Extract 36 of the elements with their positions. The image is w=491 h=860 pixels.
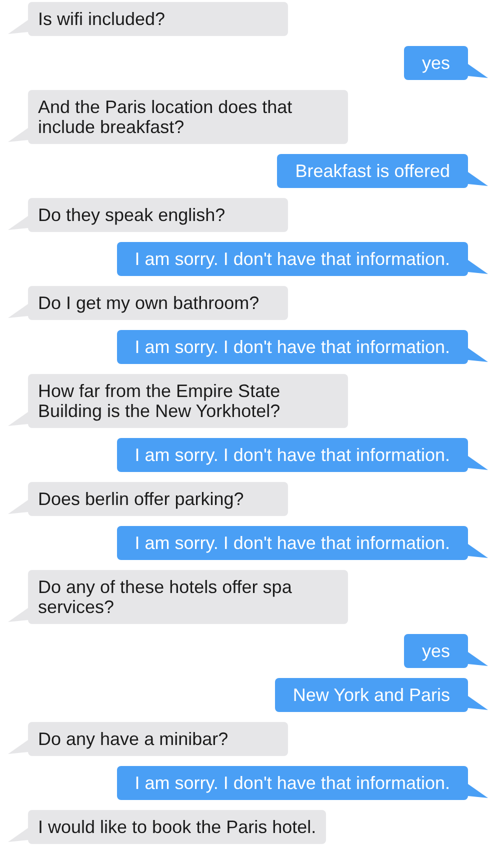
- message-bubble: I am sorry. I don't have that information.: [116, 330, 468, 364]
- message-bubble: yes: [404, 634, 468, 668]
- message-bubble: I would like to book the Paris hotel.: [28, 810, 326, 844]
- message-bubble: Do any of these hotels offer spa services?: [28, 570, 348, 624]
- message-bubble: I am sorry. I don't have that information.: [116, 438, 468, 472]
- message-bubble: I am sorry. I don't have that information.: [116, 242, 468, 276]
- bubble-tail-icon: [8, 216, 28, 230]
- bubble-tail-icon: [8, 304, 28, 318]
- bubble-tail-icon: [8, 740, 28, 754]
- bubble-tail-icon: [468, 544, 488, 558]
- message-bubble: Do they speak english?: [28, 198, 288, 232]
- bubble-tail-icon: [468, 348, 488, 362]
- bubble-tail-icon: [8, 412, 28, 426]
- message-bubble: Breakfast is offered: [277, 154, 468, 188]
- bubble-tail-icon: [468, 696, 488, 710]
- bubble-tail-icon: [8, 128, 28, 142]
- message-bubble: Does berlin offer parking?: [28, 482, 288, 516]
- bubble-tail-icon: [8, 500, 28, 514]
- message-bubble: And the Paris location does that include breakfast?: [28, 90, 348, 144]
- message-bubble: yes: [404, 46, 468, 80]
- message-bubble: Do any have a minibar?: [28, 722, 288, 756]
- message-bubble: Is wifi included?: [28, 2, 288, 36]
- bubble-tail-icon: [468, 172, 488, 186]
- bubble-tail-icon: [8, 608, 28, 622]
- bubble-tail-icon: [468, 260, 488, 274]
- bubble-tail-icon: [468, 456, 488, 470]
- message-bubble: How far from the Empire State Building is the New Yorkhotel?: [28, 374, 348, 428]
- bubble-tail-icon: [8, 20, 28, 34]
- bubble-tail-icon: [468, 784, 488, 798]
- message-bubble: I am sorry. I don't have that information.: [116, 766, 468, 800]
- message-bubble: Do I get my own bathroom?: [28, 286, 288, 320]
- bubble-tail-icon: [8, 828, 28, 842]
- message-bubble: New York and Paris: [274, 678, 468, 712]
- bubble-tail-icon: [468, 652, 488, 666]
- message-bubble: I am sorry. I don't have that information.: [116, 526, 468, 560]
- bubble-tail-icon: [468, 64, 488, 78]
